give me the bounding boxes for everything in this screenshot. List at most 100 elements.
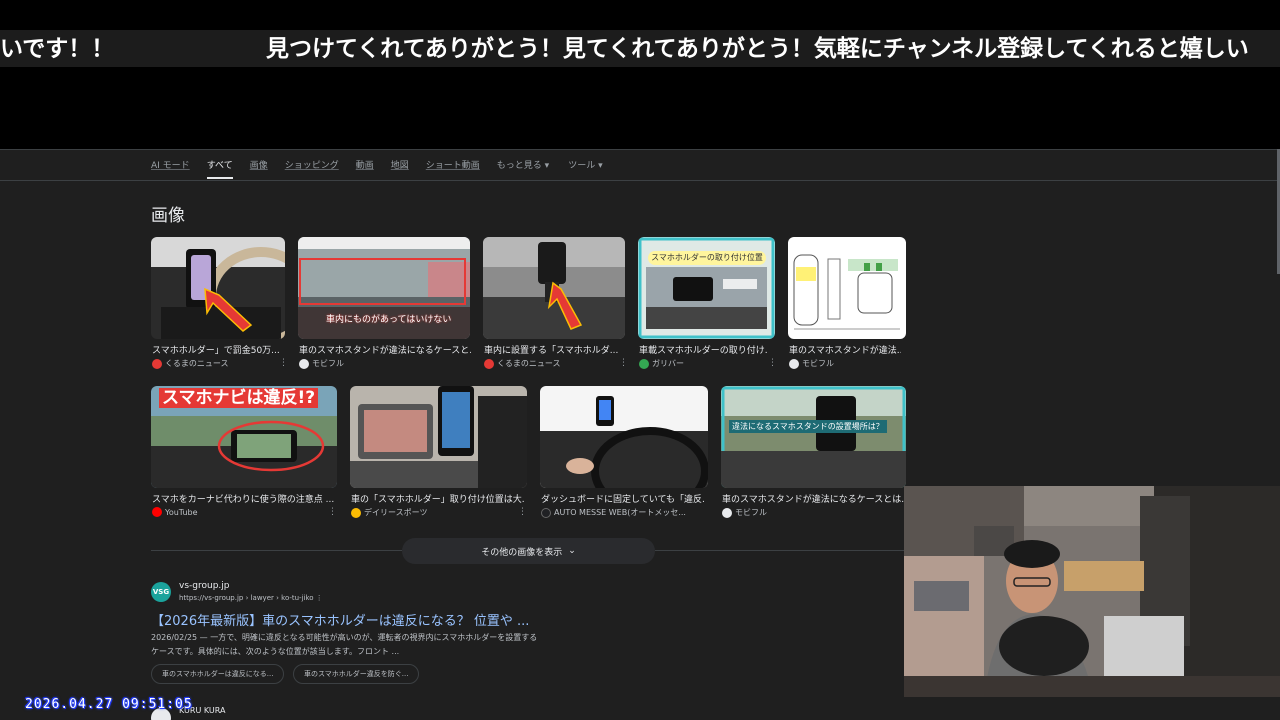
- source-favicon-icon: [152, 358, 162, 369]
- source-favicon-icon: [484, 358, 494, 369]
- result-title-link[interactable]: 【2026年最新版】車のスマホホルダーは違反になる？ 位置や ...: [151, 610, 529, 629]
- show-more-images-button[interactable]: その他の画像を表示 ⌄: [402, 538, 655, 564]
- more-options-icon[interactable]: ⋮: [316, 594, 323, 602]
- image-result-3[interactable]: 車内に設置する「スマホホルダ... くるまのニュース ⋮: [483, 237, 628, 372]
- source-favicon-icon: [722, 507, 732, 518]
- webcam-overlay: [904, 486, 1280, 697]
- more-options-icon[interactable]: ⋮: [518, 507, 527, 517]
- image-result-5[interactable]: 車のスマホスタンドが違法... モビフル: [788, 237, 906, 372]
- tab-tools-label: ツール: [568, 161, 596, 171]
- result-url[interactable]: https://vs-group.jp › lawyer › ko-tu-jik…: [179, 594, 323, 602]
- related-chip[interactable]: 車のスマホホルダー違反を防ぐ...: [293, 664, 420, 684]
- image-source: AUTO MESSE WEB(オートメッセ...: [541, 507, 686, 518]
- thumbnail-banner-text: 違法になるスマホスタンドの設置場所は？: [729, 420, 887, 433]
- dashboard-stand-photo: [721, 386, 906, 488]
- divider: [151, 550, 402, 551]
- images-section-title: 画像: [151, 206, 185, 226]
- image-source: くるまのニュース: [484, 358, 560, 369]
- image-source: ガリバー: [639, 358, 684, 369]
- source-name: デイリースポーツ: [364, 508, 428, 517]
- snippet-line-2: ケースです。具体的には、次のような位置が該当します。フロント ...: [151, 647, 400, 656]
- tab-tools[interactable]: ツール ▾: [568, 159, 602, 181]
- image-thumbnail[interactable]: [540, 386, 708, 488]
- image-result-9[interactable]: 違法になるスマホスタンドの設置場所は？ 車のスマホスタンドが違法になるケースとは…: [721, 386, 909, 521]
- image-result-2[interactable]: 車内にものがあってはいけない 車のスマホスタンドが違法になるケースと... モビ…: [298, 237, 471, 372]
- image-source: くるまのニュース: [152, 358, 228, 369]
- image-source: モビフル: [789, 358, 834, 369]
- thumbnail-overlay-text: 車内にものがあってはいけない: [326, 315, 452, 325]
- divider: [0, 180, 1280, 181]
- image-source: YouTube: [152, 507, 198, 517]
- dashboard-phone-mount-photo: [483, 237, 625, 339]
- search-tabs: AI モード すべて 画像 ショッピング 動画 地図 ショート動画 もっと見る …: [151, 159, 620, 181]
- more-options-icon[interactable]: ⋮: [279, 358, 288, 368]
- image-thumbnail[interactable]: [788, 237, 906, 339]
- source-name: ガリバー: [652, 359, 684, 368]
- tab-all[interactable]: すべて: [206, 159, 233, 181]
- image-thumbnail[interactable]: [151, 237, 285, 339]
- divider: [655, 550, 905, 551]
- divider: [0, 149, 1280, 150]
- image-caption: 車の「スマホホルダー」取り付け位置は大...: [351, 495, 525, 505]
- image-result-1[interactable]: スマホホルダー」で罰金50万... くるまのニュース ⋮: [151, 237, 288, 372]
- image-result-4[interactable]: スマホホルダーの取り付け位置 車載スマホホルダーの取り付け... ガリバー ⋮: [638, 237, 777, 372]
- recording-timestamp: 2026.04.27 09:51:05: [25, 697, 193, 712]
- image-caption: 車のスマホスタンドが違法...: [789, 346, 901, 356]
- related-chip[interactable]: 車のスマホホルダーは違反になる...: [151, 664, 285, 684]
- image-source: デイリースポーツ: [351, 507, 427, 518]
- car-navi-unit-photo: [350, 386, 527, 488]
- ticker-text-left: いです！！: [0, 35, 115, 62]
- result-site-name[interactable]: vs-group.jp: [179, 581, 229, 591]
- source-favicon-icon: [351, 507, 361, 518]
- car-diagram-illustration: [788, 237, 906, 339]
- image-thumbnail[interactable]: スマホナビは違反!?: [151, 386, 337, 488]
- source-favicon-icon: [639, 358, 649, 369]
- source-name: AUTO MESSE WEB(オートメッセ...: [554, 508, 686, 517]
- snippet-date: 2026/02/25: [151, 633, 198, 642]
- tab-videos[interactable]: 動画: [356, 159, 374, 181]
- image-thumbnail[interactable]: スマホホルダーの取り付け位置: [638, 237, 775, 339]
- site-favicon-icon[interactable]: VSG: [151, 582, 171, 602]
- driving-with-phone-photo: [540, 386, 708, 488]
- source-name: モビフル: [802, 359, 834, 368]
- thumbnail-banner-text: スマホナビは違反!?: [159, 388, 319, 408]
- source-favicon-icon: [299, 358, 309, 369]
- youtube-icon: [152, 507, 162, 517]
- image-result-8[interactable]: ダッシュボードに固定していても「違反... AUTO MESSE WEB(オート…: [540, 386, 708, 521]
- image-result-6[interactable]: スマホナビは違反!? スマホをカーナビ代わりに使う際の注意点 ... YouTu…: [151, 386, 337, 521]
- tab-shopping[interactable]: ショッピング: [285, 159, 339, 181]
- source-name: YouTube: [165, 507, 198, 517]
- image-caption: スマホホルダー」で罰金50万...: [152, 346, 280, 356]
- image-caption: 車のスマホスタンドが違法になるケースと...: [299, 346, 471, 356]
- ticker-banner: いです！！ 見つけてくれてありがとう！見てくれてありがとう！気軽にチャンネル登録…: [0, 30, 1280, 67]
- image-thumbnail[interactable]: 車内にものがあってはいけない: [298, 237, 470, 339]
- ticker-text-right: 見つけてくれてありがとう！見てくれてありがとう！気軽にチャンネル登録してくれると…: [266, 35, 1249, 62]
- show-more-images-label: その他の画像を表示: [481, 547, 563, 558]
- source-name: モビフル: [312, 359, 344, 368]
- thumbnail-banner-text: スマホホルダーの取り付け位置: [648, 251, 766, 265]
- result-url-text: https://vs-group.jp › lawyer › ko-tu-jik…: [179, 594, 314, 602]
- result-snippet: 2026/02/25 — 一方で、明確に違反となる可能性が高いのが、運転者の視界…: [151, 631, 601, 659]
- more-options-icon[interactable]: ⋮: [328, 507, 337, 517]
- image-result-7[interactable]: 車の「スマホホルダー」取り付け位置は大... デイリースポーツ ⋮: [350, 386, 527, 521]
- more-options-icon[interactable]: ⋮: [619, 358, 628, 368]
- image-caption: ダッシュボードに固定していても「違反...: [541, 495, 705, 505]
- image-thumbnail[interactable]: [483, 237, 625, 339]
- more-options-icon[interactable]: ⋮: [768, 358, 777, 368]
- tab-short-videos[interactable]: ショート動画: [426, 159, 480, 181]
- source-name: モビフル: [735, 508, 767, 517]
- tab-more-label: もっと見る: [496, 161, 542, 171]
- image-thumbnail[interactable]: 違法になるスマホスタンドの設置場所は？: [721, 386, 906, 488]
- image-caption: 車内に設置する「スマホホルダ...: [484, 346, 619, 356]
- image-source: モビフル: [722, 507, 767, 518]
- tab-maps[interactable]: 地図: [391, 159, 409, 181]
- chevron-down-icon: ▾: [544, 161, 550, 171]
- source-name: くるまのニュース: [165, 359, 229, 368]
- image-thumbnail[interactable]: [350, 386, 527, 488]
- chevron-down-icon: ▾: [598, 161, 603, 171]
- source-name: くるまのニュース: [497, 359, 561, 368]
- tab-more[interactable]: もっと見る ▾: [497, 159, 549, 181]
- tab-ai-mode[interactable]: AI モード: [151, 159, 190, 181]
- car-phone-holder-photo: [151, 237, 285, 339]
- tab-images[interactable]: 画像: [250, 159, 268, 181]
